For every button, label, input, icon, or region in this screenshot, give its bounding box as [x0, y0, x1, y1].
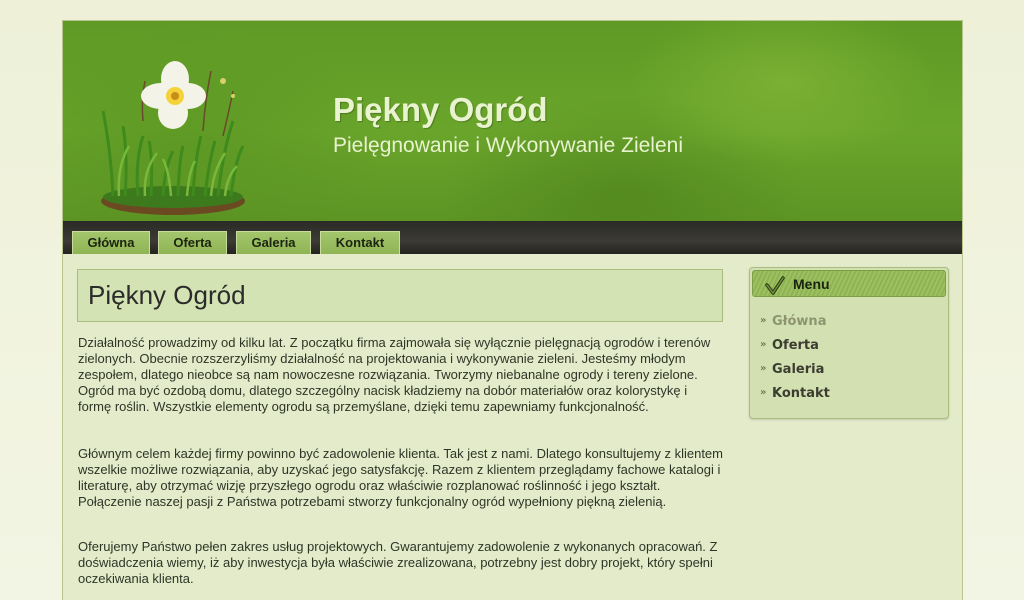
sidebar-item-kontakt[interactable]: » Kontakt — [760, 386, 830, 410]
page-container: Piękny Ogród Pielęgnowanie i Wykonywanie… — [62, 20, 963, 600]
content-paragraph-1: Działalność prowadzimy od kilku lat. Z p… — [78, 335, 711, 414]
bullet-icon: » — [760, 363, 767, 374]
sidebar-item-label: Główna — [772, 314, 827, 329]
check-icon — [765, 276, 785, 295]
header-banner: Piękny Ogród Pielęgnowanie i Wykonywanie… — [63, 21, 962, 221]
content-title: Piękny Ogród — [88, 280, 246, 310]
nav-tab-glowna[interactable]: Główna — [72, 231, 150, 254]
content-title-box: Piękny Ogród — [77, 269, 723, 322]
content-paragraph-3: Oferujemy Państwo pełen zakres usług pro… — [78, 539, 718, 586]
nav-tab-oferta[interactable]: Oferta — [158, 231, 227, 254]
site-subtitle: Pielęgnowanie i Wykonywanie Zieleni — [333, 134, 683, 157]
bullet-icon: » — [760, 339, 767, 350]
main-content: Piękny Ogród Działalność prowadzimy od k… — [77, 269, 723, 586]
menu-title: Menu — [793, 276, 830, 292]
content-paragraph-2: Głównym celem każdej firmy powinno być z… — [78, 446, 723, 509]
sidebar-item-label: Kontakt — [772, 386, 830, 401]
sidebar-item-label: Oferta — [772, 338, 819, 353]
sidebar-item-oferta[interactable]: » Oferta — [760, 338, 830, 362]
site-title: Piękny Ogród — [333, 91, 548, 128]
sidebar-menu-box: Menu » Główna » Oferta » Galeria » Konta… — [749, 267, 949, 419]
nav-tab-galeria[interactable]: Galeria — [236, 231, 311, 254]
nav-tab-kontakt[interactable]: Kontakt — [320, 231, 400, 254]
garden-flower-logo — [101, 61, 245, 215]
sidebar-item-label: Galeria — [772, 362, 825, 377]
bullet-icon: » — [760, 387, 767, 398]
top-nav-bar: Główna Oferta Galeria Kontakt — [63, 221, 962, 254]
bullet-icon: » — [760, 315, 767, 326]
sidebar-item-glowna[interactable]: » Główna — [760, 314, 830, 338]
menu-header: Menu — [752, 270, 946, 297]
sidebar-menu-list: » Główna » Oferta » Galeria » Kontakt — [760, 314, 830, 410]
sidebar-item-galeria[interactable]: » Galeria — [760, 362, 830, 386]
